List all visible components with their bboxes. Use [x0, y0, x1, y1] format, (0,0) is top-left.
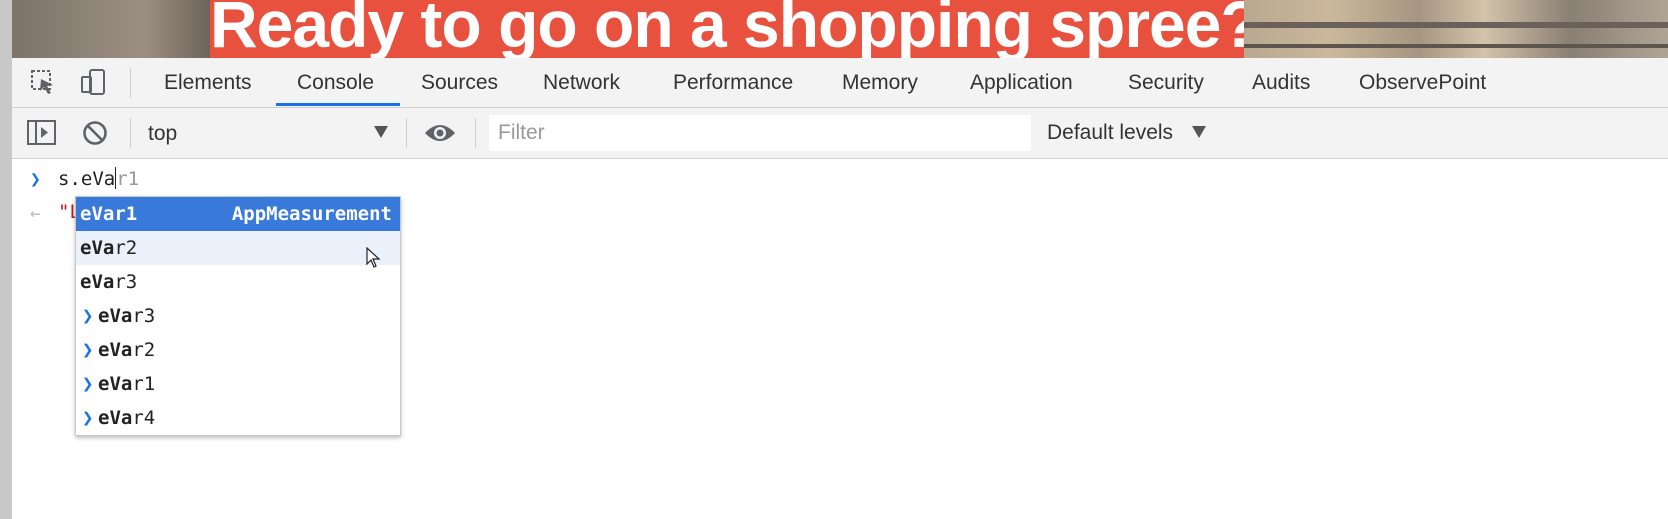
suggestion-rest: r2 — [132, 339, 156, 361]
live-expression-eye-icon[interactable] — [424, 122, 456, 144]
banner-photo — [1244, 0, 1668, 58]
toolbar-separator — [130, 68, 131, 98]
input-prompt-icon: ❯ — [30, 169, 41, 190]
autocomplete-dropdown: eVar1 AppMeasurement eVar2 eVar3 ❯ eVar3 … — [75, 196, 401, 436]
result-arrow-icon: ← — [30, 203, 41, 224]
mouse-pointer-icon — [366, 247, 381, 268]
devtools-tab-bar: Elements Console Sources Network Perform… — [12, 58, 1668, 108]
toolbar-separator — [130, 118, 131, 148]
suggestion-rest: r1 — [132, 373, 156, 395]
show-sidebar-icon[interactable] — [27, 120, 57, 146]
tab-audits[interactable]: Audits — [1252, 58, 1310, 107]
console-input[interactable]: s.eVar1 — [58, 167, 139, 190]
context-selector[interactable]: top — [148, 122, 177, 146]
tab-sources[interactable]: Sources — [421, 58, 498, 107]
page-banner: Ready to go on a shopping spree? — [12, 0, 1668, 58]
suggestion-rest: r2 — [114, 237, 138, 259]
suggestion-item[interactable]: ❯ eVar4 — [76, 401, 400, 435]
autocomplete-ghost-text: r1 — [116, 168, 140, 190]
suggestion-rest: 1 — [125, 203, 138, 225]
expand-chevron-icon: ❯ — [82, 339, 94, 361]
device-toolbar-icon[interactable] — [79, 68, 107, 96]
toolbar-separator — [406, 118, 407, 148]
expand-chevron-icon: ❯ — [82, 373, 94, 395]
console-toolbar: top Filter Default levels — [12, 108, 1668, 159]
tab-observepoint[interactable]: ObservePoint — [1359, 58, 1486, 107]
log-levels-dropdown[interactable]: Default levels — [1047, 121, 1173, 145]
suggestion-match: eVar — [80, 203, 126, 225]
suggestion-match: eVa — [98, 407, 133, 429]
suggestion-source: AppMeasurement — [231, 203, 392, 225]
context-dropdown-arrow-icon[interactable] — [374, 126, 388, 138]
suggestion-item[interactable]: ❯ eVar1 — [76, 367, 400, 401]
suggestion-match: eVa — [98, 305, 133, 327]
inspect-element-icon[interactable] — [29, 68, 57, 96]
suggestion-item[interactable]: ❯ eVar3 — [76, 299, 400, 333]
suggestion-rest: r3 — [114, 271, 138, 293]
tab-memory[interactable]: Memory — [842, 58, 918, 107]
suggestion-item[interactable]: eVar1 AppMeasurement — [76, 197, 400, 231]
tab-elements[interactable]: Elements — [164, 58, 252, 107]
suggestion-match: eVa — [98, 373, 133, 395]
suggestion-rest: r4 — [132, 407, 156, 429]
suggestion-match: eVa — [80, 237, 115, 259]
toolbar-separator — [475, 118, 476, 148]
tab-performance[interactable]: Performance — [673, 58, 793, 107]
suggestion-match: eVa — [80, 271, 115, 293]
tab-application[interactable]: Application — [970, 58, 1073, 107]
typed-text: s.eVa — [58, 168, 116, 190]
levels-dropdown-arrow-icon[interactable] — [1192, 126, 1206, 138]
suggestion-rest: r3 — [132, 305, 156, 327]
clear-console-icon[interactable] — [82, 120, 108, 146]
suggestion-item[interactable]: ❯ eVar2 — [76, 333, 400, 367]
banner-headline: Ready to go on a shopping spree? — [210, 0, 1261, 58]
tab-network[interactable]: Network — [543, 58, 620, 107]
expand-chevron-icon: ❯ — [82, 305, 94, 327]
tab-console[interactable]: Console — [297, 58, 374, 107]
expand-chevron-icon: ❯ — [82, 407, 94, 429]
active-tab-indicator — [276, 103, 400, 106]
suggestion-item[interactable]: eVar2 — [76, 231, 400, 265]
suggestion-item[interactable]: eVar3 — [76, 265, 400, 299]
suggestion-match: eVa — [98, 339, 133, 361]
tab-security[interactable]: Security — [1128, 58, 1204, 107]
filter-input[interactable]: Filter — [489, 115, 1031, 151]
